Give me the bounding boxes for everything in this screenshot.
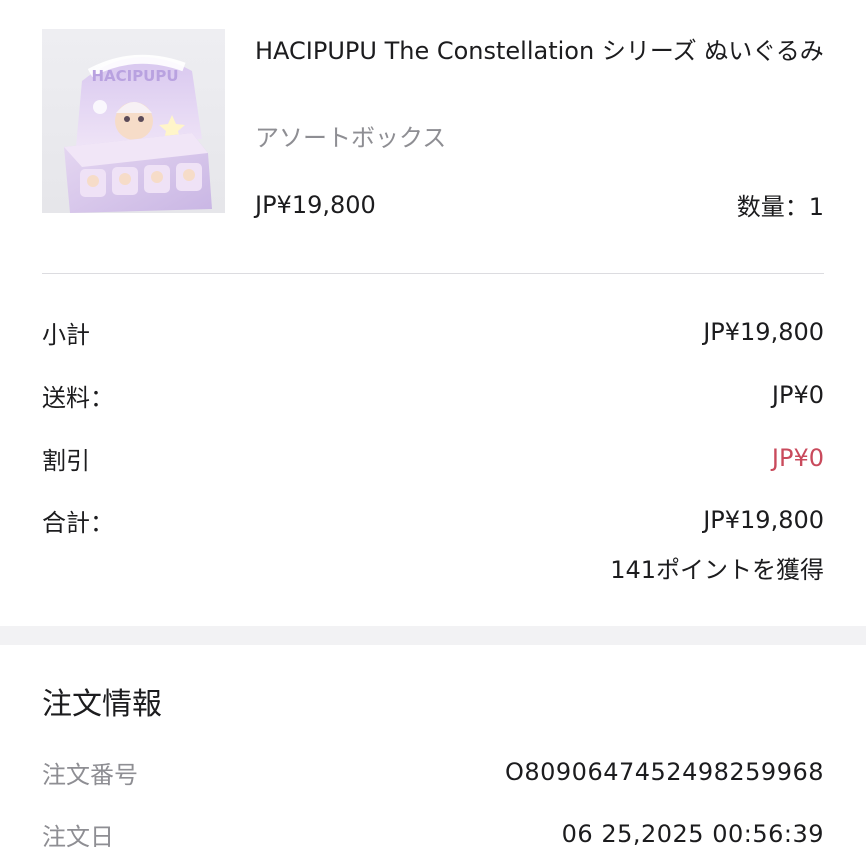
product-variant: アソートボックス (255, 124, 447, 152)
discount-value: JP¥0 (771, 444, 824, 472)
divider (42, 273, 824, 274)
total-value: JP¥19,800 (703, 506, 824, 534)
order-date-value: 06 25,2025 00:56:39 (561, 820, 824, 848)
product-quantity: 数量：1 (736, 193, 824, 221)
shipping-value: JP¥0 (771, 381, 824, 409)
product-image: HACIPUPU (42, 29, 225, 213)
subtotal-value: JP¥19,800 (703, 318, 824, 346)
order-number-row[interactable]: 注文番号 O809064745249825996​8 (42, 755, 824, 789)
product-image-logo: HACIPUPU (91, 67, 178, 85)
order-date-label: 注文日 (42, 822, 114, 851)
product-price: JP¥19,800 (255, 191, 376, 219)
order-number-value[interactable]: O809064745249825996​8 (505, 758, 824, 786)
discount-label: 割引 (42, 446, 90, 475)
total-row: 合計： JP¥19,800 (42, 503, 824, 537)
order-number-label: 注文番号 (42, 760, 138, 789)
shipping-row: 送料： JP¥0 (42, 378, 824, 412)
subtotal-label: 小計 (42, 320, 90, 349)
product-title[interactable]: HACIPUPU The Constellation シリーズ ぬいぐるみ (255, 32, 825, 70)
discount-row: 割引 JP¥0 (42, 441, 824, 475)
product-thumbnail[interactable]: HACIPUPU (42, 29, 225, 213)
order-info-heading: 注文情報 (42, 687, 162, 722)
order-item[interactable]: HACIPUPU HACIPUPU The Constellation シリーズ… (0, 0, 866, 276)
points-earned: 141ポイントを獲得 (610, 556, 824, 584)
subtotal-row: 小計 JP¥19,800 (42, 315, 824, 349)
total-label: 合計： (42, 508, 114, 537)
shipping-label: 送料： (42, 383, 114, 412)
order-date-row: 注文日 06 25,2025 00:56:39 (42, 817, 824, 851)
section-separator (0, 626, 866, 645)
